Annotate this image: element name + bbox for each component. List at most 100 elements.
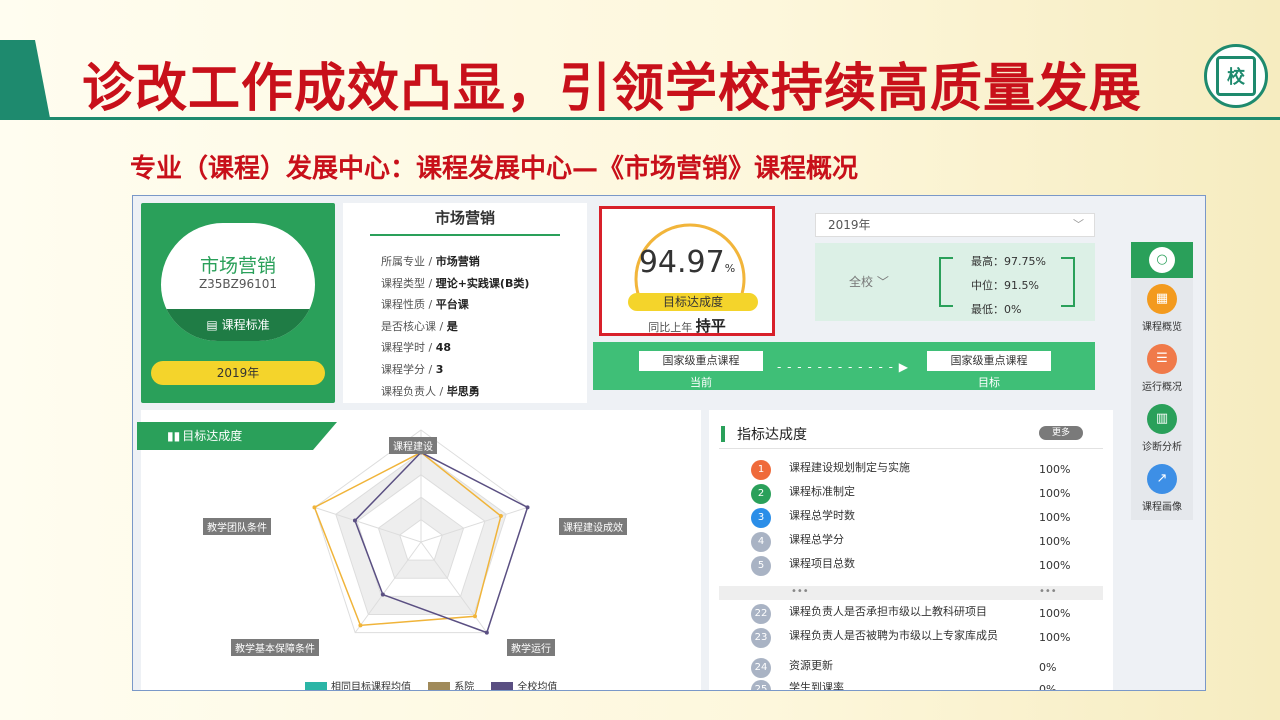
more-button[interactable]: 更多 [1039, 426, 1083, 440]
course-card: 市场营销 Z35BZ96101 ▤ 课程标准 2019年 [141, 203, 335, 403]
radar-point [312, 505, 317, 510]
target-level-tag: 国家级重点课程 [927, 351, 1051, 371]
grid-icon: ▦ [1147, 284, 1177, 314]
trend-icon: ↗ [1147, 464, 1177, 494]
indicator-value: 100% [1039, 535, 1071, 548]
indicator-text: 课程负责人是否被聘为市级以上专家库成员 [789, 629, 998, 642]
indicator-number: 23 [751, 628, 771, 648]
radar-point [352, 518, 357, 523]
year-select[interactable]: 2019年 ﹀ [815, 213, 1095, 237]
target-caption: 目标 [978, 376, 1000, 389]
slide-title: 诊改工作成效凸显，引领学校持续高质量发展 [82, 59, 1143, 119]
info-list: 所属专业 / 市场营销 课程类型 / 理论+实践课(B类) 课程性质 / 平台课… [381, 251, 529, 402]
indicator-value: 100% [1039, 487, 1071, 500]
info-row: 是否核心课 / 是 [381, 319, 458, 333]
arrow-right-icon: - - - - - - - - - - - - ▶ [777, 360, 909, 374]
legend-swatch [305, 682, 327, 690]
radar-point [484, 630, 489, 635]
indicator-number: 5 [751, 556, 771, 576]
legend-swatch [491, 682, 514, 690]
info-row: 课程类型 / 理论+实践课(B类) [381, 276, 530, 290]
indicator-text: 课程项目总数 [789, 557, 855, 570]
nav-course-overview[interactable]: ▦ 课程概览 [1131, 278, 1193, 338]
indicator-text: 课程负责人是否承担市级以上教科研项目 [789, 605, 987, 618]
chevron-down-icon: ﹀ [876, 275, 889, 289]
indicator-value: 0% [1039, 683, 1057, 691]
score-label: 目标达成度 [628, 293, 758, 311]
indicator-ellipsis: ••• ••• [719, 586, 1103, 600]
indicator-text: 课程总学分 [789, 533, 844, 546]
course-standard-label: 课程标准 [221, 318, 270, 332]
info-row: 课程学分 / 3 [381, 362, 444, 376]
indicator-number: 2 [751, 484, 771, 504]
info-row: 课程学时 / 48 [381, 341, 452, 355]
indicator-number: 24 [751, 658, 771, 678]
current-level-tag: 国家级重点课程 [639, 351, 763, 371]
radar-axis-label: 课程建设 [389, 437, 437, 454]
current-caption: 当前 [690, 376, 712, 389]
info-row: 课程负责人 / 毕思勇 [381, 384, 480, 398]
score-value: 94.97% [638, 245, 736, 280]
indicator-value: 0% [1039, 661, 1057, 674]
school-logo: 校 [1204, 44, 1268, 108]
radar-point [525, 505, 530, 510]
course-year-badge[interactable]: 2019年 [151, 361, 325, 385]
radar-panel: ▮▮ 目标达成度 课程建设 课程建设成效 教学运行 教学基本保障条件 教学团队条… [137, 410, 701, 690]
stat-max: 最高：97.75% [971, 255, 1046, 268]
info-row: 所属专业 / 市场营销 [381, 255, 480, 268]
title-divider [0, 117, 1280, 120]
radar-point [358, 623, 363, 628]
info-title-underline [370, 234, 560, 236]
nav-run-overview[interactable]: ☰ 运行概况 [1131, 338, 1193, 398]
indicator-title: 指标达成度 [721, 424, 807, 444]
indicator-value: 100% [1039, 559, 1071, 572]
indicator-number: 3 [751, 508, 771, 528]
radar-legend: 相同目标课程均值 系院 全校均值 [291, 678, 557, 690]
side-search-button[interactable]: ○ [1131, 242, 1193, 278]
info-row: 课程性质 / 平台课 [381, 298, 469, 312]
radar-axis-label: 教学基本保障条件 [231, 639, 319, 656]
course-badge: 市场营销 Z35BZ96101 ▤ 课程标准 [161, 223, 315, 341]
score-compare: 同比上年 持平 [648, 317, 726, 335]
legend-swatch [428, 682, 451, 690]
nav-diagnosis[interactable]: ▥ 诊断分析 [1131, 398, 1193, 458]
course-name: 市场营销 [199, 255, 276, 277]
bar-chart-icon: ▥ [1147, 404, 1177, 434]
radar-point [472, 614, 477, 619]
radar-point [498, 514, 503, 519]
indicator-value: 100% [1039, 511, 1071, 524]
indicator-panel: 指标达成度 更多 1 课程建设规划制定与实施 100% 2 课程标准制定 100% 3 课程总… [709, 410, 1113, 691]
list-icon: ☰ [1147, 344, 1177, 374]
stat-median: 中位：91.5% [971, 279, 1039, 292]
radar-axis-label: 教学团队条件 [203, 518, 271, 535]
indicator-text: 课程标准制定 [789, 485, 855, 498]
indicator-text: 学生到课率 [789, 681, 844, 691]
course-info-panel: 市场营销 所属专业 / 市场营销 课程类型 / 理论+实践课(B类) 课程性质 … [343, 203, 587, 403]
indicator-text: 课程总学时数 [789, 509, 855, 522]
course-code: Z35BZ96101 [198, 277, 278, 291]
radar-axis-label: 课程建设成效 [559, 518, 627, 535]
scope-select[interactable]: 全校 ﹀ [849, 273, 889, 290]
course-level-path: 国家级重点课程 当前 - - - - - - - - - - - - ▶ 国家级… [593, 342, 1095, 390]
stats-box: 全校 ﹀ 最高：97.75% 中位：91.5% 最低：0% [815, 243, 1095, 321]
indicator-value: 100% [1039, 607, 1071, 620]
indicator-value: 100% [1039, 463, 1071, 476]
indicator-text: 资源更新 [789, 659, 833, 672]
radar-axis-label: 教学运行 [507, 639, 555, 656]
score-highlight-box: 94.97% 目标达成度 同比上年 持平 [599, 206, 775, 336]
divider [719, 448, 1103, 449]
indicator-number: 4 [751, 532, 771, 552]
chevron-down-icon: ﹀ [1073, 218, 1084, 231]
nav-course-portrait[interactable]: ↗ 课程画像 [1131, 458, 1193, 518]
course-standard-button[interactable]: ▤ 课程标准 [161, 309, 315, 341]
bracket-right [1061, 257, 1075, 307]
indicator-text: 课程建设规划制定与实施 [789, 461, 910, 474]
info-title: 市场营销 [434, 209, 495, 227]
indicator-number: 25 [751, 680, 771, 690]
indicator-value: 100% [1039, 631, 1071, 644]
title-accent-shape [0, 40, 50, 118]
title-bar: 诊改工作成效凸显，引领学校持续高质量发展 校 [0, 40, 1280, 120]
side-nav: ○ ▦ 课程概览 ☰ 运行概况 ▥ 诊断分析 ↗ 课程画像 [1131, 242, 1193, 520]
stat-min: 最低：0% [971, 303, 1022, 316]
document-icon: ▤ [206, 318, 222, 332]
